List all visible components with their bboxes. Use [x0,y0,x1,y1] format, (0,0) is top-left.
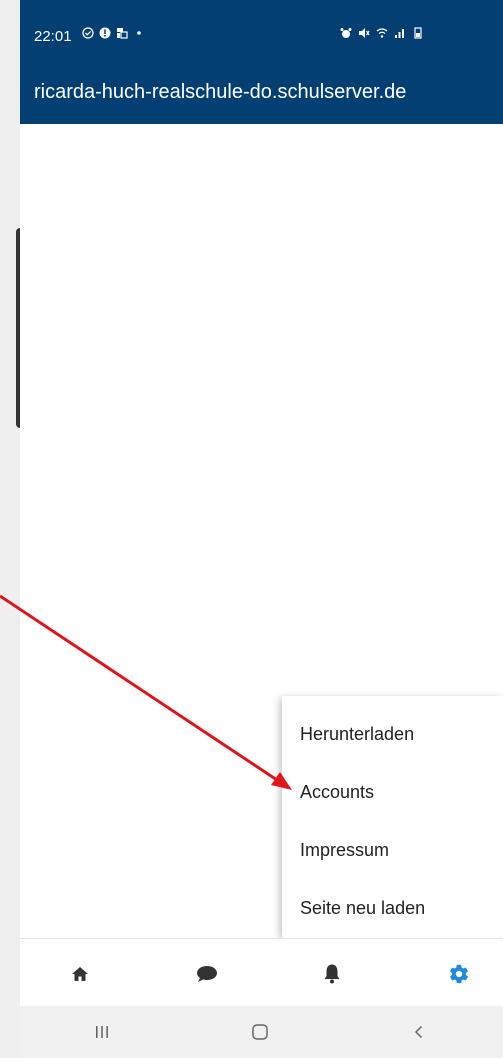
menu-item-label: Impressum [300,839,390,860]
menu-item-label: Accounts [300,781,375,802]
page-title: ricarda-huch-realschule-do.schulserver.d… [34,81,407,103]
home-outline-icon [252,1024,268,1040]
menu-item-label: Seite neu laden [300,897,426,918]
screenshot-root: 22:01 ricarda-huch-realschule-do.schulse… [0,0,503,1058]
system-back-button[interactable] [404,1018,434,1046]
nav-messages-button[interactable] [192,959,222,989]
phone-screen: 22:01 ricarda-huch-realschule-do.schulse… [20,0,503,1058]
wifi-icon [376,28,388,38]
system-home-button[interactable] [245,1018,275,1046]
menu-item-label: Herunterladen [300,723,415,744]
nav-notifications-button[interactable] [317,959,347,989]
menu-item-impressum[interactable]: Impressum [300,824,500,876]
mute-icon [359,28,370,38]
check-circle-icon [82,27,94,39]
recent-apps-icon [96,1026,108,1038]
signal-icon [395,29,404,38]
status-icons-left [82,27,145,39]
sim-icon [117,28,128,39]
dot-icon [137,31,141,35]
status-time: 22:01 [34,28,72,45]
app-bar: ricarda-huch-realschule-do.schulserver.d… [20,62,503,124]
menu-item-herunterladen[interactable]: Herunterladen [300,708,500,760]
home-icon [72,967,88,981]
gear-icon [450,964,468,984]
chat-icon [197,966,217,982]
alert-icon [99,27,111,39]
nav-settings-button[interactable] [444,959,474,989]
overflow-menu: Herunterladen Accounts Impressum Seite n… [282,696,503,938]
status-icons-right [340,27,424,39]
bottom-navigation [20,938,503,1006]
menu-item-accounts[interactable]: Accounts [300,766,500,818]
alarm-icon [340,28,352,38]
battery-icon [414,27,422,39]
status-bar: 22:01 [20,0,503,62]
system-navigation-bar [20,1006,503,1058]
menu-item-seite-neu-laden[interactable]: Seite neu laden [300,882,500,934]
recent-apps-button[interactable] [87,1018,117,1046]
nav-home-button[interactable] [65,959,95,989]
back-icon [414,1025,423,1039]
bell-icon [324,964,340,984]
